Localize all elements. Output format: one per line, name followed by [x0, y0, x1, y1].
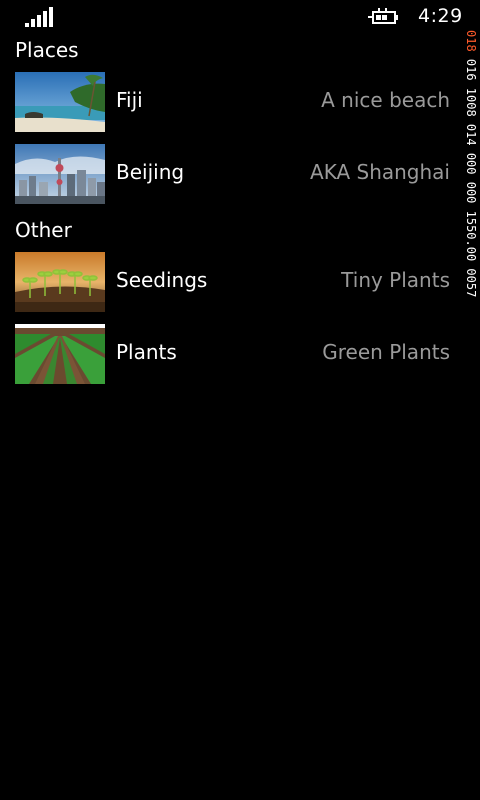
- list-item-beijing[interactable]: Beijing AKA Shanghai: [0, 144, 465, 204]
- seedlings-photo-thumbnail: [15, 252, 105, 312]
- beach-photo-thumbnail: [15, 72, 105, 132]
- crop-rows-photo-thumbnail: [15, 324, 105, 384]
- status-clock: 4:29: [418, 5, 463, 27]
- signal-strength-icon: [25, 7, 53, 27]
- list-item-plants[interactable]: Plants Green Plants: [0, 324, 465, 384]
- item-title: Fiji: [116, 88, 143, 112]
- list-item-fiji[interactable]: Fiji A nice beach: [0, 72, 465, 132]
- item-title: Seedings: [116, 268, 208, 292]
- item-title: Beijing: [116, 160, 185, 184]
- item-subtitle: AKA Shanghai: [310, 160, 450, 184]
- group-header-places: Places: [15, 38, 79, 62]
- item-subtitle: Green Plants: [322, 340, 450, 364]
- list-item-seedings[interactable]: Seedings Tiny Plants: [0, 252, 465, 312]
- frame-rate-counter-values: 016 1008 014 000 000 1550.00 0057: [464, 51, 478, 298]
- item-subtitle: Tiny Plants: [341, 268, 450, 292]
- item-subtitle: A nice beach: [321, 88, 450, 112]
- battery-charging-icon: [368, 8, 398, 24]
- grouped-list: Places Fiji A nice beach Beijing AKA Sha…: [0, 36, 465, 396]
- frame-rate-counter: 018 016 1008 014 000 000 1550.00 0057: [464, 30, 478, 400]
- phone-screen: 4:29 018 016 1008 014 000 000 1550.00 00…: [0, 0, 480, 800]
- group-header-other: Other: [15, 218, 72, 242]
- frame-rate-counter-accent: 018: [464, 30, 478, 52]
- city-skyline-photo-thumbnail: [15, 144, 105, 204]
- item-title: Plants: [116, 340, 177, 364]
- status-bar: 4:29: [0, 0, 480, 36]
